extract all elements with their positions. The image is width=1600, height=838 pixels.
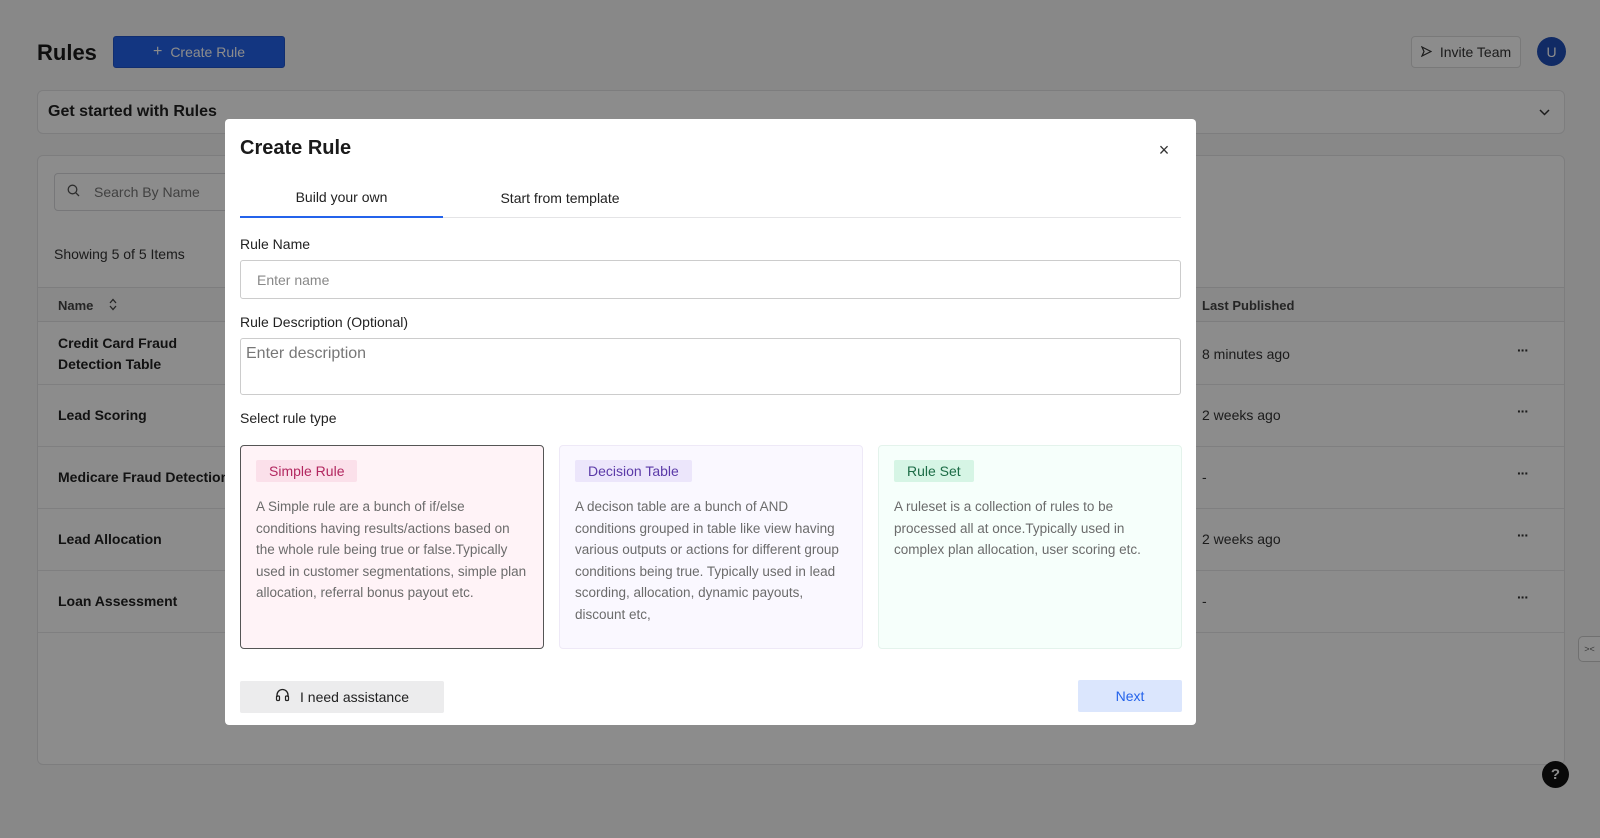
rule-type-description: A decison table are a bunch of AND condi… bbox=[575, 499, 839, 622]
rule-type-label: Select rule type bbox=[240, 410, 337, 426]
rule-type-rule-set[interactable]: Rule Set A ruleset is a collection of ru… bbox=[878, 445, 1182, 649]
rule-type-badge: Simple Rule bbox=[256, 460, 358, 482]
rule-name-input[interactable] bbox=[240, 260, 1181, 299]
rule-type-badge: Decision Table bbox=[575, 460, 692, 482]
rule-description-label: Rule Description (Optional) bbox=[240, 314, 409, 330]
dialog-tabs: Build your own Start from template bbox=[240, 177, 1181, 218]
next-button[interactable]: Next bbox=[1078, 680, 1182, 712]
rule-description-input[interactable] bbox=[240, 338, 1181, 395]
rule-type-description: A ruleset is a collection of rules to be… bbox=[894, 499, 1141, 557]
close-icon[interactable]: × bbox=[1153, 139, 1175, 161]
rule-type-description: A Simple rule are a bunch of if/else con… bbox=[256, 499, 527, 600]
need-assistance-button[interactable]: I need assistance bbox=[240, 681, 444, 713]
rule-type-badge: Rule Set bbox=[894, 460, 974, 482]
need-assistance-label: I need assistance bbox=[300, 689, 409, 705]
tab-build-your-own[interactable]: Build your own bbox=[240, 177, 443, 218]
tab-start-from-template[interactable]: Start from template bbox=[460, 177, 660, 218]
create-rule-dialog: Create Rule × Build your own Start from … bbox=[225, 119, 1196, 725]
rule-type-decision-table[interactable]: Decision Table A decison table are a bun… bbox=[559, 445, 863, 649]
dialog-title: Create Rule bbox=[240, 137, 352, 159]
rule-name-label: Rule Name bbox=[240, 236, 311, 252]
rule-type-simple-rule[interactable]: Simple Rule A Simple rule are a bunch of… bbox=[240, 445, 544, 649]
headset-icon bbox=[275, 688, 290, 706]
